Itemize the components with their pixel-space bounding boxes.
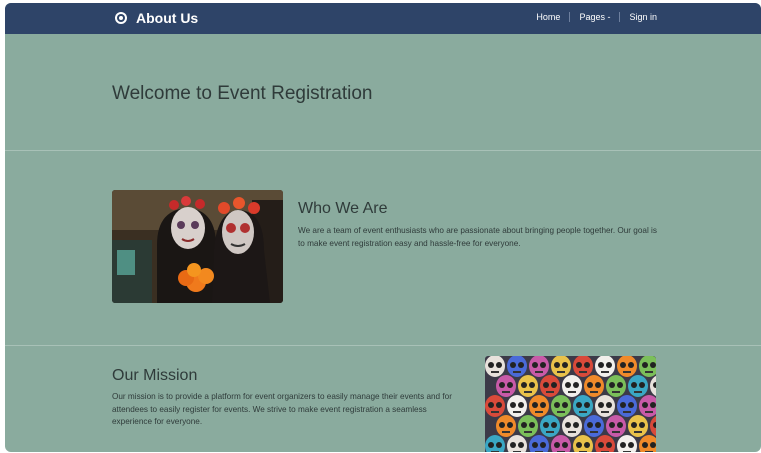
- who-we-are-title: Who We Are: [298, 200, 388, 217]
- hero-title: Welcome to Event Registration: [112, 83, 373, 104]
- nav-divider: [569, 12, 571, 22]
- section-divider: [5, 150, 761, 151]
- nav-pages-dropdown[interactable]: Pages -: [579, 12, 610, 22]
- brand[interactable]: About Us: [115, 10, 198, 26]
- nav-home-link[interactable]: Home: [536, 12, 560, 22]
- brand-title: About Us: [136, 10, 199, 26]
- our-mission-text: Our mission is to provide a platform for…: [112, 392, 452, 426]
- our-mission-title: Our Mission: [112, 367, 198, 384]
- nav-links: Home Pages - Sign in: [536, 12, 657, 22]
- page-window: About Us Home Pages - Sign in Welcome to…: [5, 3, 761, 452]
- our-mission-image: [485, 356, 656, 452]
- brand-logo-icon: [115, 12, 127, 24]
- section-divider: [5, 345, 761, 346]
- who-we-are-text: We are a team of event enthusiasts who a…: [298, 226, 657, 248]
- nav-signin-link[interactable]: Sign in: [629, 12, 657, 22]
- navbar: About Us Home Pages - Sign in: [5, 3, 761, 34]
- who-we-are-image: [112, 190, 283, 303]
- nav-divider: [619, 12, 621, 22]
